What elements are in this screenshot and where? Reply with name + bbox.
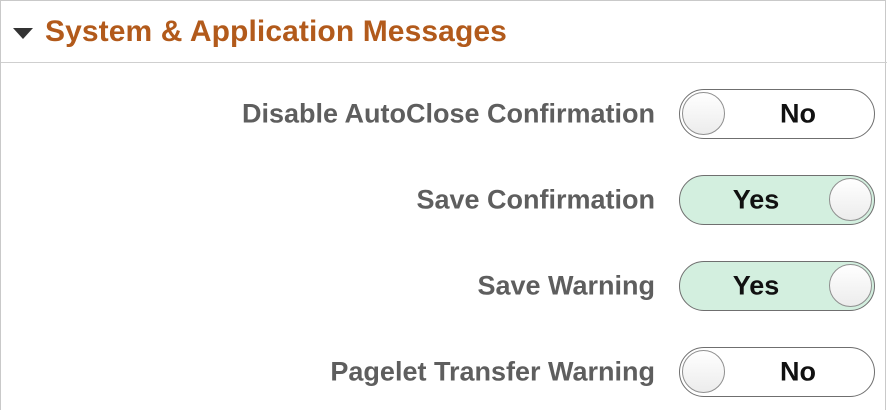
- section-title: System & Application Messages: [45, 14, 507, 48]
- setting-row-save-warning: Save Warning Yes: [1, 258, 887, 314]
- settings-panel: System & Application Messages Disable Au…: [0, 0, 887, 410]
- setting-label: Save Warning: [477, 270, 655, 301]
- toggle-value: No: [780, 98, 816, 129]
- toggle-knob[interactable]: [829, 178, 872, 221]
- setting-label: Save Confirmation: [416, 184, 655, 215]
- toggle-value: Yes: [732, 184, 780, 215]
- pagelet-transfer-warning-toggle[interactable]: No: [679, 347, 875, 397]
- toggle-knob[interactable]: [682, 92, 725, 135]
- toggle-value: Yes: [732, 270, 780, 301]
- setting-row-save-confirmation: Save Confirmation Yes: [1, 172, 887, 228]
- setting-label: Disable AutoClose Confirmation: [241, 98, 655, 129]
- triangle-down-icon[interactable]: [13, 28, 33, 39]
- setting-row-pagelet-transfer-warning: Pagelet Transfer Warning No: [1, 344, 887, 400]
- save-confirmation-toggle[interactable]: Yes: [679, 175, 875, 225]
- setting-label: Pagelet Transfer Warning: [330, 356, 655, 387]
- toggle-knob[interactable]: [829, 264, 872, 307]
- save-warning-toggle[interactable]: Yes: [679, 261, 875, 311]
- toggle-knob[interactable]: [682, 350, 725, 393]
- section-header[interactable]: System & Application Messages: [1, 1, 887, 63]
- setting-row-disable-autoclose-confirmation: Disable AutoClose Confirmation No: [1, 86, 887, 142]
- toggle-value: No: [780, 356, 816, 387]
- disable-autoclose-confirmation-toggle[interactable]: No: [679, 89, 875, 139]
